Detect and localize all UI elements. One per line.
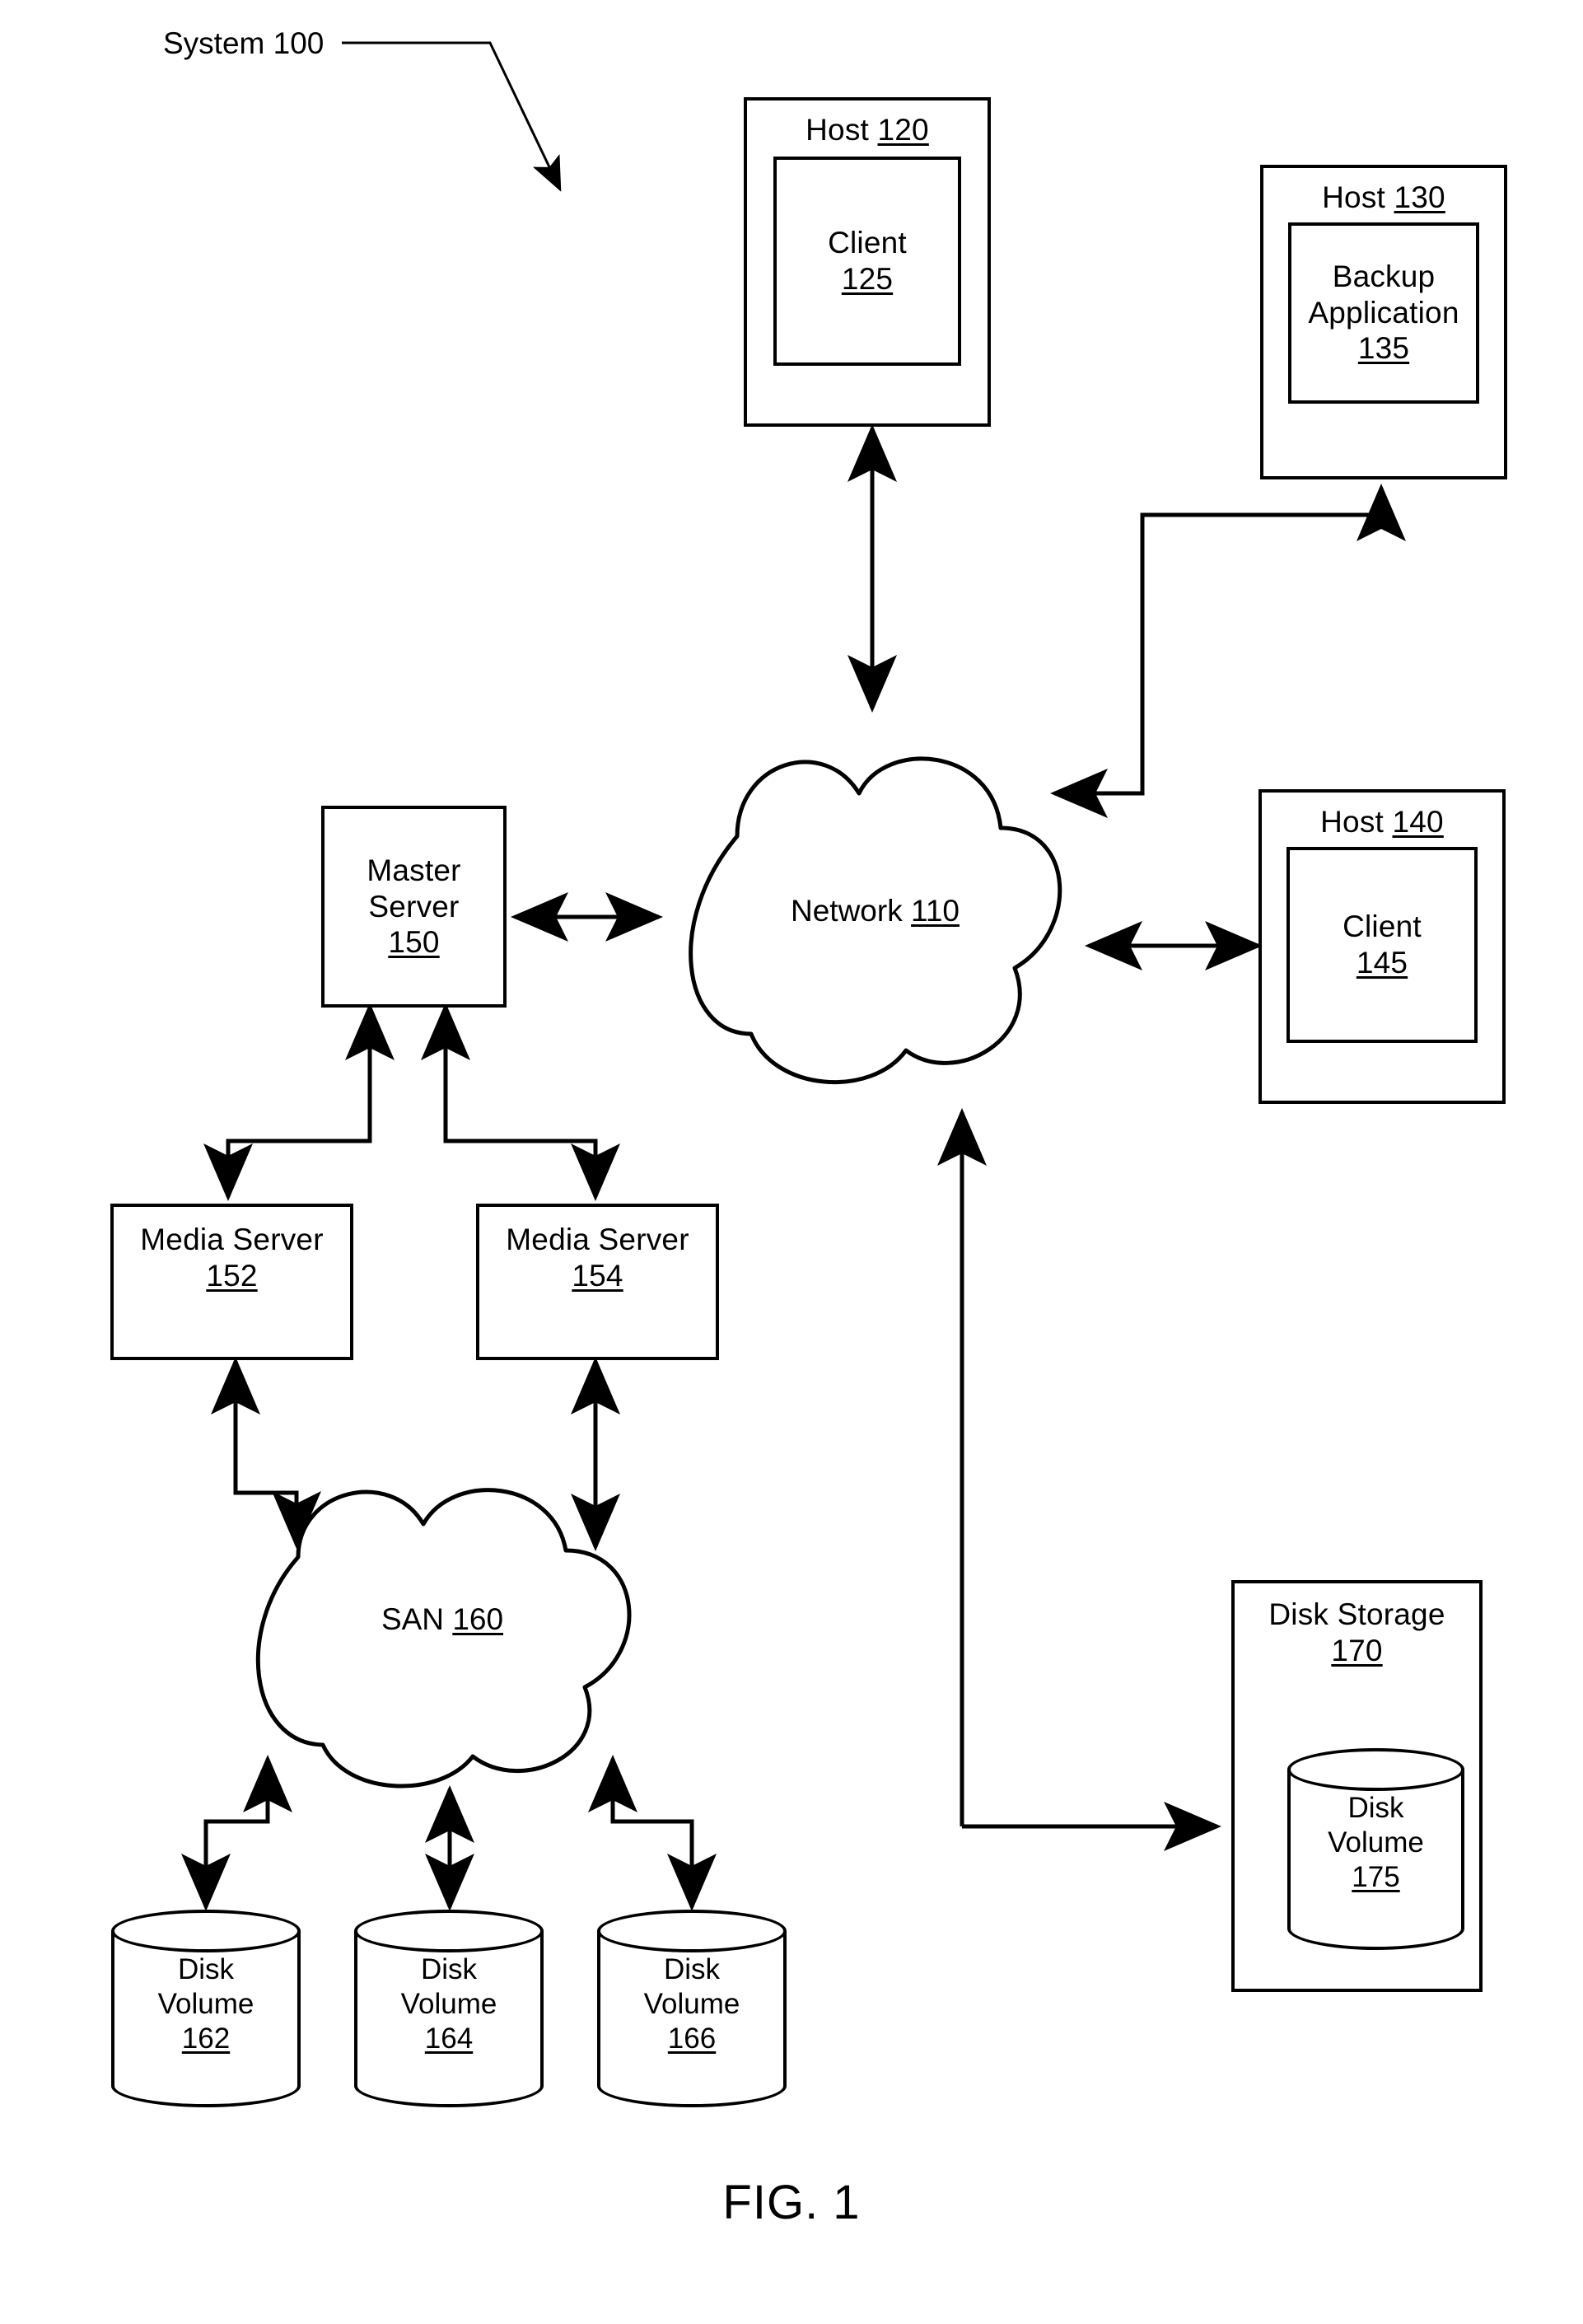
cylinder-top [354,1910,544,1952]
disk-volume-166-label: Disk Volume 166 [643,1953,740,2055]
disk-volume-164-cylinder[interactable]: Disk Volume 164 [354,1910,544,2107]
san-160-cloud[interactable]: SAN 160 [216,1450,669,1796]
cylinder-top [597,1910,787,1952]
figure-caption: FIG. 1 [722,2176,861,2229]
host-140-title: Host 140 [1320,805,1444,839]
host-130-box[interactable]: Host 130 Backup Application 135 [1260,165,1507,479]
client-145-label: Client 145 [1343,909,1422,980]
disk-storage-170-label: Disk Storage 170 [1268,1597,1445,1667]
system-leader-line [342,41,562,192]
media-server-154-box[interactable]: Media Server 154 [476,1204,719,1360]
network-110-cloud[interactable]: Network 110 [659,704,1091,1116]
master-server-150-box[interactable]: Master Server 150 [321,806,507,1008]
disk-volume-175-cylinder[interactable]: Disk Volume 175 [1287,1748,1464,1950]
network-110-label: Network 110 [791,894,960,928]
connector-master-media154 [421,1003,620,1201]
disk-storage-170-box[interactable]: Disk Storage 170 Disk Volume 175 [1231,1580,1483,1992]
master-server-150-label: Master Server 150 [367,853,461,960]
media-server-152-box[interactable]: Media Server 152 [110,1204,353,1360]
connector-network-host130 [1050,484,1406,818]
cylinder-top [1287,1748,1464,1791]
disk-volume-175-label: Disk Volume 175 [1328,1792,1424,1893]
host-140-box[interactable]: Host 140 Client 145 [1258,789,1506,1104]
system-label: System 100 [163,26,325,60]
host-120-title: Host 120 [806,113,929,147]
client-145-box[interactable]: Client 145 [1286,846,1478,1043]
cylinder-top [111,1910,301,1952]
host-120-box[interactable]: Host 120 Client 125 [744,97,991,427]
connector-network-diskstorage [937,1108,1221,1851]
disk-volume-162-label: Disk Volume 162 [157,1953,254,2055]
client-125-label: Client 125 [828,226,907,296]
client-125-box[interactable]: Client 125 [773,156,961,366]
disk-volume-162-cylinder[interactable]: Disk Volume 162 [111,1910,301,2107]
disk-volume-164-label: Disk Volume 164 [400,1953,497,2055]
disk-volume-166-cylinder[interactable]: Disk Volume 166 [597,1910,787,2107]
media-server-152-label: Media Server 152 [140,1223,324,1293]
san-160-label: SAN 160 [381,1602,504,1636]
backup-application-135-box[interactable]: Backup Application 135 [1288,222,1479,404]
host-130-title: Host 130 [1322,180,1445,214]
connector-master-media152 [203,1003,395,1201]
patent-figure: System 100 Host 120 Client 125 Host 130 … [0,0,1583,2324]
media-server-154-label: Media Server 154 [506,1223,689,1293]
backup-application-135-label: Backup Application 135 [1308,260,1459,366]
